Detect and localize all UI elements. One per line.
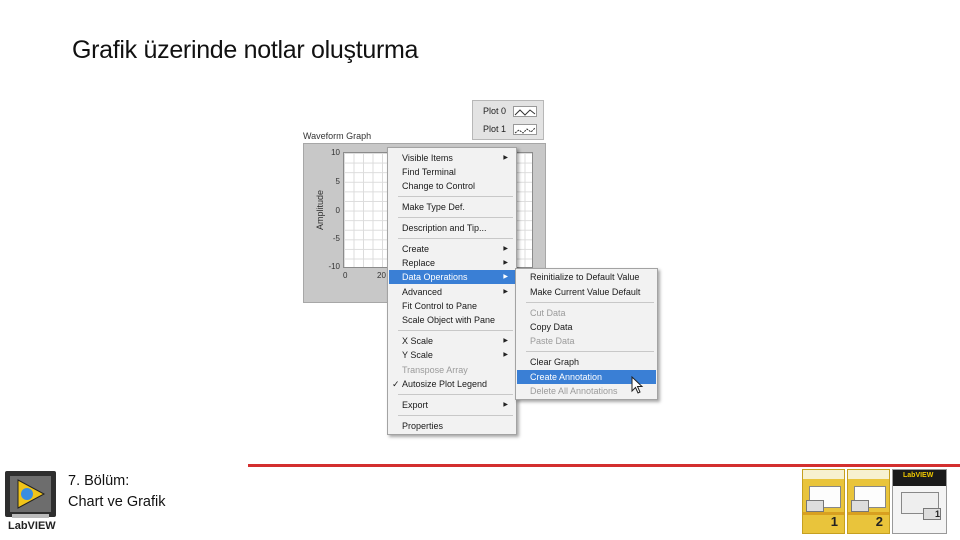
legend-item-plot-1[interactable]: Plot 1 [477,122,541,137]
menu-separator [526,302,654,303]
book-cover-volume-1: 1 [802,469,845,534]
chapter-number: 7. Bölüm: [68,473,130,489]
plot-1-line-icon [513,124,537,135]
menu-item-create[interactable]: Create ▶ [389,242,515,256]
y-tick-label: 5 [335,177,340,186]
menu-item-export[interactable]: Export ▶ [389,398,515,412]
menu-item-make-current-value-default[interactable]: Make Current Value Default [517,285,656,299]
book-number: 1 [830,514,838,529]
menu-item-find-terminal[interactable]: Find Terminal [389,165,515,179]
legend-label: Plot 0 [483,106,507,116]
menu-separator [398,196,513,197]
submenu-arrow-icon: ▶ [503,260,508,266]
book-number: 1 [934,509,940,519]
menu-item-x-scale[interactable]: X Scale ▶ [389,334,515,348]
menu-item-y-scale[interactable]: Y Scale ▶ [389,348,515,362]
context-menu: Visible Items ▶ Find Terminal Change to C… [387,147,517,435]
chapter-title: Chart ve Grafik [68,494,166,510]
book-header-band [848,470,889,479]
menu-item-data-operations[interactable]: Data Operations ▶ [389,270,515,284]
menu-item-change-to-control[interactable]: Change to Control [389,179,515,193]
book-illustration-icon [851,500,869,512]
plot-0-line-icon [513,106,537,117]
menu-item-properties[interactable]: Properties [389,419,515,433]
menu-item-visible-items[interactable]: Visible Items ▶ [389,151,515,165]
book-illustration-icon [806,500,824,512]
chapter-label: 7. Bölüm: Chart ve Grafik [68,471,166,513]
book-cover-volume-2: 2 [847,469,890,534]
menu-item-clear-graph[interactable]: Clear Graph [517,355,656,369]
x-tick-label: 0 [343,271,348,280]
book-cover-labview: LabVIEW 1 [892,469,947,534]
menu-separator [398,394,513,395]
y-tick-label: 10 [331,148,340,157]
book-brand: LabVIEW [903,472,934,479]
graph-label: Waveform Graph [303,131,372,141]
menu-separator [526,351,654,352]
submenu-arrow-icon: ▶ [503,274,508,280]
menu-separator [398,217,513,218]
submenu-arrow-icon: ▶ [503,338,508,344]
submenu-arrow-icon: ▶ [503,289,508,295]
menu-item-reinitialize-to-default[interactable]: Reinitialize to Default Value [517,270,656,284]
menu-item-paste-data[interactable]: Paste Data [517,334,656,348]
mouse-cursor-icon [631,376,644,394]
menu-item-description-and-tip[interactable]: Description and Tip... [389,221,515,235]
submenu-arrow-icon: ▶ [503,402,508,408]
labview-logo: LabVIEW [4,470,57,534]
menu-separator [398,330,513,331]
submenu-arrow-icon: ▶ [503,246,508,252]
menu-separator [398,415,513,416]
menu-item-replace[interactable]: Replace ▶ [389,256,515,270]
menu-item-make-type-def[interactable]: Make Type Def. [389,200,515,214]
book-header-band [803,470,844,479]
checkmark-icon: ✓ [392,379,400,389]
legend-item-plot-0[interactable]: Plot 0 [477,104,541,119]
footer-rule [248,464,960,467]
menu-item-cut-data[interactable]: Cut Data [517,306,656,320]
submenu-arrow-icon: ▶ [503,352,508,358]
menu-item-advanced[interactable]: Advanced ▶ [389,285,515,299]
menu-item-autosize-plot-legend[interactable]: ✓ Autosize Plot Legend [389,377,515,391]
submenu-arrow-icon: ▶ [503,155,508,161]
x-tick-label: 20 [377,271,386,280]
y-tick-label: -5 [332,234,340,243]
menu-separator [398,238,513,239]
legend-label: Plot 1 [483,124,507,134]
book-number: 2 [875,514,883,529]
menu-item-scale-object-with-pane[interactable]: Scale Object with Pane [389,313,515,327]
menu-item-copy-data[interactable]: Copy Data [517,320,656,334]
menu-item-transpose-array[interactable]: Transpose Array [389,363,515,377]
menu-item-fit-control-to-pane[interactable]: Fit Control to Pane [389,299,515,313]
y-tick-label: -10 [328,262,340,271]
logo-text: LabVIEW [8,520,56,532]
plot-legend[interactable]: Plot 0 Plot 1 [472,100,544,140]
y-tick-label: 0 [335,206,340,215]
slide-title: Grafik üzerinde notlar oluşturma [72,36,419,64]
